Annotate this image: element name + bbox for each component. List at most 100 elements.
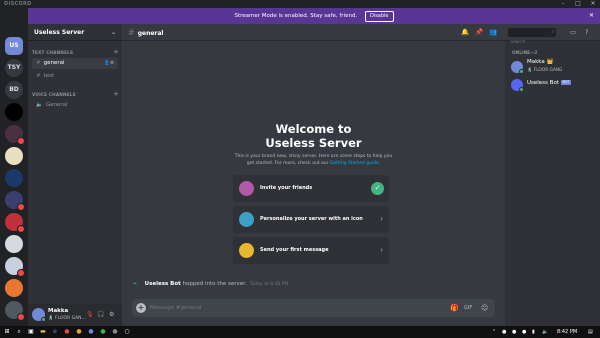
mute-icon[interactable]: 🎙 [86, 311, 94, 318]
volume-icon[interactable]: 🔈 [542, 326, 548, 338]
notification-icon[interactable]: ▤ [588, 326, 593, 338]
tray-chevron-up-icon[interactable]: ⌃ [492, 326, 496, 338]
online-status-dot [41, 317, 46, 322]
file-explorer-icon[interactable]: ▬ [38, 326, 48, 338]
server-icon-image[interactable] [5, 191, 25, 211]
online-heading: ONLINE—2 [512, 51, 538, 56]
send-first-message-card[interactable]: Send your first message › [233, 237, 389, 264]
chrome-icon[interactable]: ● [62, 326, 72, 338]
card-label: Invite your friends [260, 185, 313, 191]
channel-name: general [43, 60, 65, 66]
channel-controls-icons[interactable]: 👤⚙ [104, 58, 114, 69]
check-icon: ✓ [371, 182, 384, 195]
taskbar-clock[interactable]: 8:42 PM [557, 326, 577, 338]
server-icon-image[interactable] [5, 213, 25, 233]
server-icon-image[interactable] [5, 125, 25, 145]
message-icon [239, 243, 254, 258]
invite-friends-icon [239, 181, 254, 196]
category-voice-channels[interactable]: VOICE CHANNELS + [32, 90, 119, 98]
add-channel-icon[interactable]: + [113, 48, 119, 56]
server-icon-image[interactable] [5, 279, 23, 297]
member-useless-bot[interactable]: Useless Bot BOT [511, 77, 597, 93]
online-status-dot [519, 69, 524, 74]
avatar [511, 79, 524, 92]
gift-icon[interactable]: 🎁 [450, 299, 459, 317]
server-tsy[interactable]: TSY [5, 59, 23, 77]
member-name: Makka 👑 [527, 59, 554, 65]
inbox-icon[interactable]: ▭ [570, 24, 576, 41]
app-icon[interactable]: ● [110, 326, 120, 338]
app-brand: DISCORD [4, 1, 32, 7]
discord-app: DISCORD – □ ✕ US TSY BD Streamer Mode is… [0, 0, 600, 338]
search-box: ⌕ [508, 28, 556, 47]
voice-channel-general[interactable]: 🔈 General [32, 100, 118, 111]
server-icon-image[interactable] [5, 235, 23, 253]
member-toolbar: ⌕ ▭ ? [505, 24, 600, 47]
member-name-row: Useless Bot BOT [527, 80, 572, 86]
search-icon[interactable]: ⌕ [14, 326, 24, 338]
app-icon[interactable]: ● [98, 326, 108, 338]
emoji-icon[interactable]: ☺ [481, 299, 488, 317]
welcome-title-line2: Useless Server [265, 136, 362, 150]
server-icon-image[interactable] [5, 103, 23, 121]
notification-badge [17, 137, 25, 145]
user-panel: Makka 🕺 FLOOR GAN... 🎙 🎧 ⚙ [28, 304, 122, 326]
channel-name: General [45, 102, 68, 108]
message-timestamp: Today at 8:38 PM [249, 282, 289, 287]
tray-icon[interactable]: ● [512, 326, 516, 338]
server-bd[interactable]: BD [5, 81, 23, 99]
task-view-icon[interactable]: ▣ [26, 326, 36, 338]
minimize-button[interactable]: – [556, 0, 570, 8]
member-name: Useless Bot [527, 80, 559, 86]
server-useless-server[interactable]: US [5, 37, 23, 55]
guild-header[interactable]: Useless Server ⌄ [28, 24, 122, 41]
card-label: Personalize your server with an icon [260, 216, 363, 222]
tray-icon[interactable]: ● [502, 326, 506, 338]
bot-badge: BOT [560, 80, 572, 85]
gif-icon[interactable]: GIF [464, 299, 472, 317]
category-text-channels[interactable]: TEXT CHANNELS + [32, 48, 119, 56]
gear-icon[interactable]: ⚙ [109, 311, 114, 318]
custom-status: 🕺 FLOOR GAN... [48, 316, 86, 321]
chat-area: # general 🔔 📌 👥 Welcome to Useless Server… [122, 24, 505, 326]
upload-plus-icon[interactable]: + [136, 303, 146, 313]
app-icon[interactable]: ● [74, 326, 84, 338]
channel-general[interactable]: # general 👤⚙ [32, 58, 118, 69]
getting-started-link[interactable]: Getting Started guide. [330, 161, 380, 166]
guild-name: Useless Server [34, 29, 85, 36]
search-input[interactable] [508, 38, 546, 47]
username: Makka [48, 308, 69, 314]
join-text: hopped into the server. [180, 281, 247, 287]
avatar[interactable] [32, 308, 46, 322]
server-icon-image[interactable] [5, 301, 25, 321]
bell-icon[interactable]: 🔔 [461, 24, 469, 41]
banner-close-icon[interactable]: ✕ [589, 8, 594, 24]
disable-streamer-mode-button[interactable]: Disable [364, 11, 394, 22]
channel-test[interactable]: # test [32, 71, 118, 82]
battery-icon[interactable]: ▮ [532, 326, 535, 338]
joined-user[interactable]: Useless Bot [145, 281, 181, 287]
server-icon-image[interactable] [5, 169, 23, 187]
member-makka[interactable]: Makka 👑 🕺 FLOOR GANG [511, 59, 597, 75]
server-icon-image[interactable] [5, 147, 23, 165]
headphones-icon[interactable]: 🎧 [97, 311, 104, 318]
channel-sidebar: Useless Server ⌄ TEXT CHANNELS + # genera… [28, 24, 122, 326]
hash-icon: # [36, 60, 41, 66]
help-icon[interactable]: ? [585, 24, 588, 41]
add-channel-icon[interactable]: + [113, 90, 119, 98]
tray-icon[interactable]: ● [522, 326, 526, 338]
maximize-button[interactable]: □ [571, 0, 585, 8]
windows-start-icon[interactable]: ⊞ [2, 326, 12, 338]
discord-taskbar-icon[interactable]: ● [86, 326, 96, 338]
invite-friends-card[interactable]: Invite your friends ✓ [233, 175, 389, 202]
personalize-server-card[interactable]: Personalize your server with an icon › [233, 206, 389, 233]
member-list-icon[interactable]: 👥 [489, 24, 497, 41]
app-icon[interactable]: ○ [122, 326, 132, 338]
server-icon-image[interactable] [5, 257, 25, 277]
message-input[interactable] [150, 299, 440, 317]
edge-icon[interactable]: e [50, 326, 60, 338]
chevron-right-icon: › [380, 246, 383, 254]
close-window-button[interactable]: ✕ [586, 0, 600, 8]
chevron-down-icon: ⌄ [110, 29, 116, 36]
pin-icon[interactable]: 📌 [475, 24, 483, 41]
